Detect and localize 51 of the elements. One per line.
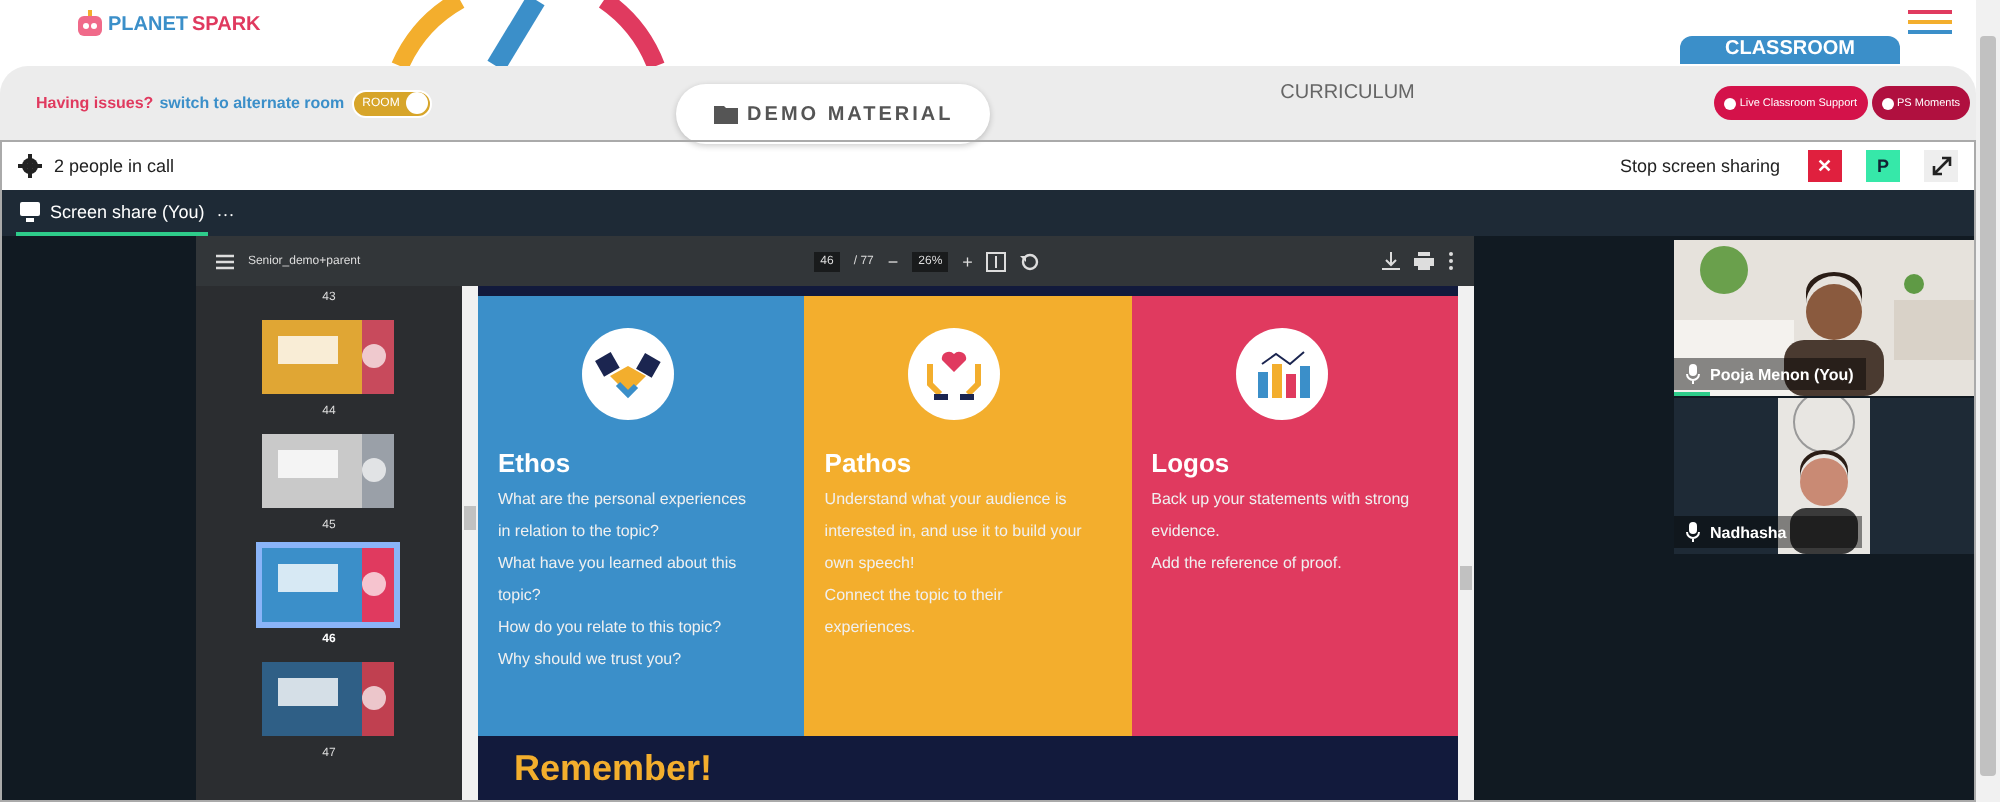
column-text: Back up your statements with strong evidence. xyxy=(1151,488,1412,544)
column-title: Logos xyxy=(1151,448,1232,478)
circle-icon xyxy=(1881,97,1894,109)
screen-share-tab[interactable]: Screen share (You) xyxy=(16,190,209,236)
column-text: Connect the topic to their experiences. xyxy=(824,584,1005,640)
curriculum-tab[interactable]: CURRICULUM xyxy=(1280,82,1415,104)
logo: PLANET SPARK xyxy=(76,10,261,38)
folder-icon xyxy=(713,104,738,124)
classroom-tab[interactable]: CLASSROOM xyxy=(1680,36,1900,64)
scroll-thumb[interactable] xyxy=(1980,36,1996,776)
column-title: Ethos xyxy=(497,448,573,478)
demo-material-button[interactable]: DEMO MATERIAL xyxy=(676,84,991,144)
handshake-icon xyxy=(581,328,674,420)
slide-thumbnail[interactable] xyxy=(262,662,395,736)
download-icon[interactable] xyxy=(1382,252,1400,270)
circle-icon xyxy=(1723,97,1736,109)
zoom-in-button[interactable]: + xyxy=(962,251,973,271)
scroll-thumb[interactable] xyxy=(1460,566,1472,590)
zoom-out-button[interactable]: − xyxy=(887,251,899,271)
stop-sharing-label: Stop screen sharing xyxy=(1619,156,1780,176)
microphone-icon[interactable] xyxy=(1686,522,1700,542)
column-text: Why should we trust you? xyxy=(497,648,684,672)
fullscreen-button[interactable] xyxy=(1924,150,1958,182)
screen-share-icon xyxy=(20,201,40,221)
slide-thumbnail[interactable] xyxy=(262,320,395,394)
remember-heading: Remember! xyxy=(513,748,712,788)
heart-hands-icon xyxy=(908,328,1001,420)
bar-chart-icon xyxy=(1235,328,1328,420)
slide-thumbnail[interactable] xyxy=(262,434,395,508)
print-icon[interactable] xyxy=(1414,252,1434,270)
rotate-icon[interactable] xyxy=(1020,251,1041,271)
participant-name: Nadhasha xyxy=(1710,523,1787,541)
fit-page-icon[interactable] xyxy=(986,251,1007,271)
stop-share-button[interactable]: ✕ xyxy=(1808,150,1842,182)
people-count: 2 people in call xyxy=(54,156,175,176)
more-vertical-icon[interactable] xyxy=(1448,252,1454,270)
more-icon[interactable]: ··· xyxy=(216,203,235,223)
presenter-button[interactable]: P xyxy=(1866,150,1900,182)
issue-text: Having issues? xyxy=(36,94,154,112)
column-text: How do you relate to this topic? xyxy=(497,616,724,640)
column-text: Add the reference of proof. xyxy=(1151,552,1344,576)
column-title: Pathos xyxy=(824,448,914,478)
column-text: What have you learned about this topic? xyxy=(497,552,739,608)
column-text: What are the personal experiences in relation to the topic? xyxy=(497,488,749,544)
column-text: Understand what your audience is interested in, and use it to build your own speech! xyxy=(824,488,1084,576)
menu-icon[interactable] xyxy=(1908,10,1952,34)
robot-logo-icon xyxy=(76,10,104,38)
scroll-thumb[interactable] xyxy=(463,506,476,530)
slide-thumbnail[interactable] xyxy=(262,548,395,622)
menu-icon[interactable] xyxy=(215,253,234,269)
settings-icon[interactable] xyxy=(18,154,42,178)
